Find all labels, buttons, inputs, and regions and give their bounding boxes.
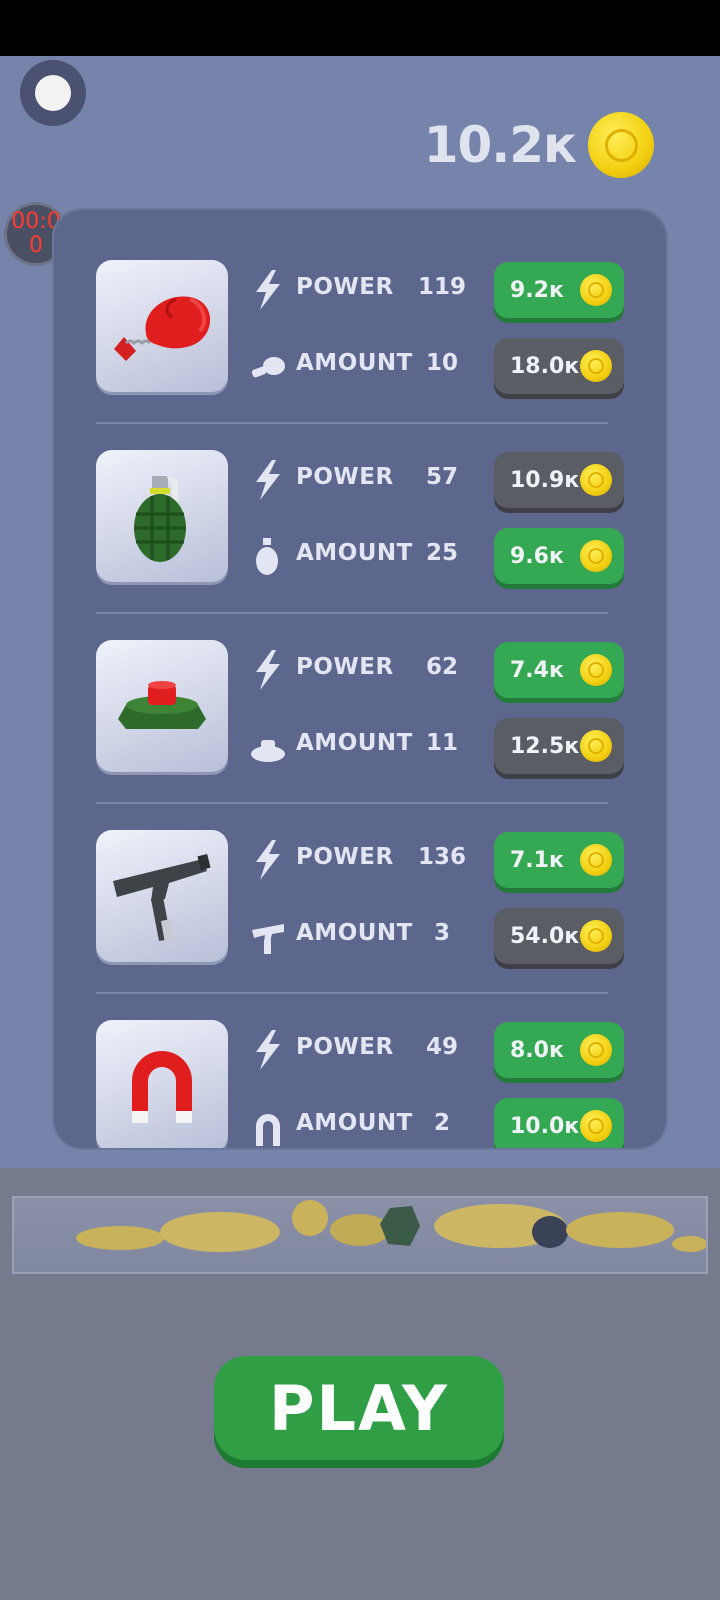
power-label: POWER <box>296 274 394 300</box>
lightning-icon <box>256 460 280 500</box>
upgrade-panel[interactable]: POWER 119 9.2к AMOUNT 10 18.0к POWER 57 … <box>52 208 668 1150</box>
price-text: 8.0к <box>510 1037 564 1063</box>
boxing-glove-thumbnail <box>96 260 228 392</box>
settings-button[interactable] <box>20 60 86 126</box>
magnet-small-icon <box>256 1114 280 1146</box>
lightning-icon <box>256 650 280 690</box>
uzi-icon <box>113 853 211 943</box>
magnet-thumbnail <box>96 1020 228 1148</box>
amount-value: 11 <box>425 730 458 756</box>
coin-icon <box>580 464 612 496</box>
amount-value: 25 <box>425 540 458 566</box>
amount-label: AMOUNT <box>296 920 413 946</box>
amount-label: AMOUNT <box>296 1110 413 1136</box>
amount-label: AMOUNT <box>296 730 413 756</box>
grenade-icon <box>134 476 186 562</box>
boxing-glove-small-icon <box>251 357 285 378</box>
amount-value: 10 <box>425 350 458 376</box>
coin-icon <box>588 112 654 178</box>
settings-icon <box>35 75 71 111</box>
price-text: 10.9к <box>510 467 580 493</box>
lightning-icon <box>256 840 280 880</box>
coin-icon <box>580 920 612 952</box>
power-label: POWER <box>296 844 394 870</box>
power-value: 57 <box>425 464 458 490</box>
upgrade-power-button[interactable]: 8.0к <box>494 1022 624 1078</box>
power-stat: POWER 119 9.2к <box>250 262 650 318</box>
amount-label: AMOUNT <box>296 350 413 376</box>
coin-icon <box>580 540 612 572</box>
upgrade-row-grenade: POWER 57 10.9к AMOUNT 25 9.6к <box>54 400 666 614</box>
power-label: POWER <box>296 1034 394 1060</box>
amount-value: 3 <box>433 920 450 946</box>
upgrade-amount-button[interactable]: 10.0к <box>494 1098 624 1148</box>
landmine-icon <box>118 681 206 729</box>
price-text: 9.6к <box>510 543 564 569</box>
amount-value: 2 <box>433 1110 450 1136</box>
price-text: 7.4к <box>510 657 564 683</box>
power-stat: POWER 49 8.0к <box>250 1022 650 1078</box>
upgrade-power-button[interactable]: 7.4к <box>494 642 624 698</box>
grenade-thumbnail <box>96 450 228 582</box>
power-stat: POWER 136 7.1к <box>250 832 650 888</box>
amount-stat: AMOUNT 25 9.6к <box>250 528 650 584</box>
price-text: 54.0к <box>510 923 580 949</box>
power-label: POWER <box>296 654 394 680</box>
uzi-small-icon <box>252 924 284 954</box>
upgrade-row-boxing-glove: POWER 119 9.2к AMOUNT 10 18.0к <box>54 210 666 424</box>
upgrade-power-button[interactable]: 7.1к <box>494 832 624 888</box>
uzi-thumbnail <box>96 830 228 962</box>
amount-stat: AMOUNT 10 18.0к <box>250 338 650 394</box>
play-button-label: PLAY <box>269 1371 449 1445</box>
coin-icon <box>580 844 612 876</box>
coin-balance-amount: 10.2к <box>423 116 577 174</box>
grenade-small-icon <box>256 538 278 575</box>
coin-icon <box>580 274 612 306</box>
coin-icon <box>580 1034 612 1066</box>
power-value: 49 <box>425 1034 458 1060</box>
coin-icon <box>580 350 612 382</box>
power-value: 62 <box>425 654 458 680</box>
power-value: 119 <box>417 274 466 300</box>
magnet-icon <box>132 1051 192 1123</box>
price-text: 7.1к <box>510 847 564 873</box>
price-text: 9.2к <box>510 277 564 303</box>
coin-icon <box>580 730 612 762</box>
coin-icon <box>580 1110 612 1142</box>
boxing-glove-icon <box>114 296 211 361</box>
coin-balance: 10.2к <box>424 112 654 178</box>
landmine-thumbnail <box>96 640 228 772</box>
amount-stat: AMOUNT 11 12.5к <box>250 718 650 774</box>
upgrade-amount-button[interactable]: 9.6к <box>494 528 624 584</box>
upgrade-power-button[interactable]: 9.2к <box>494 262 624 318</box>
power-stat: POWER 57 10.9к <box>250 452 650 508</box>
upgrade-power-button[interactable]: 10.9к <box>494 452 624 508</box>
power-label: POWER <box>296 464 394 490</box>
landmine-small-icon <box>251 740 285 762</box>
amount-stat: AMOUNT 2 10.0к <box>250 1098 650 1148</box>
price-text: 18.0к <box>510 353 580 379</box>
tray-border <box>12 1196 708 1274</box>
price-text: 10.0к <box>510 1113 580 1139</box>
coin-icon <box>580 654 612 686</box>
lightning-icon <box>256 1030 280 1070</box>
status-bar <box>0 0 720 56</box>
upgrade-row-landmine: POWER 62 7.4к AMOUNT 11 12.5к <box>54 590 666 804</box>
play-button[interactable]: PLAY <box>214 1356 504 1460</box>
power-stat: POWER 62 7.4к <box>250 642 650 698</box>
upgrade-amount-button[interactable]: 54.0к <box>494 908 624 964</box>
upgrade-amount-button[interactable]: 12.5к <box>494 718 624 774</box>
amount-stat: AMOUNT 3 54.0к <box>250 908 650 964</box>
upgrade-amount-button[interactable]: 18.0к <box>494 338 624 394</box>
lightning-icon <box>256 270 280 310</box>
upgrade-row-magnet: POWER 49 8.0к AMOUNT 2 10.0к <box>54 970 666 1148</box>
amount-label: AMOUNT <box>296 540 413 566</box>
upgrade-row-uzi: POWER 136 7.1к AMOUNT 3 54.0к <box>54 780 666 994</box>
price-text: 12.5к <box>510 733 580 759</box>
power-value: 136 <box>417 844 466 870</box>
